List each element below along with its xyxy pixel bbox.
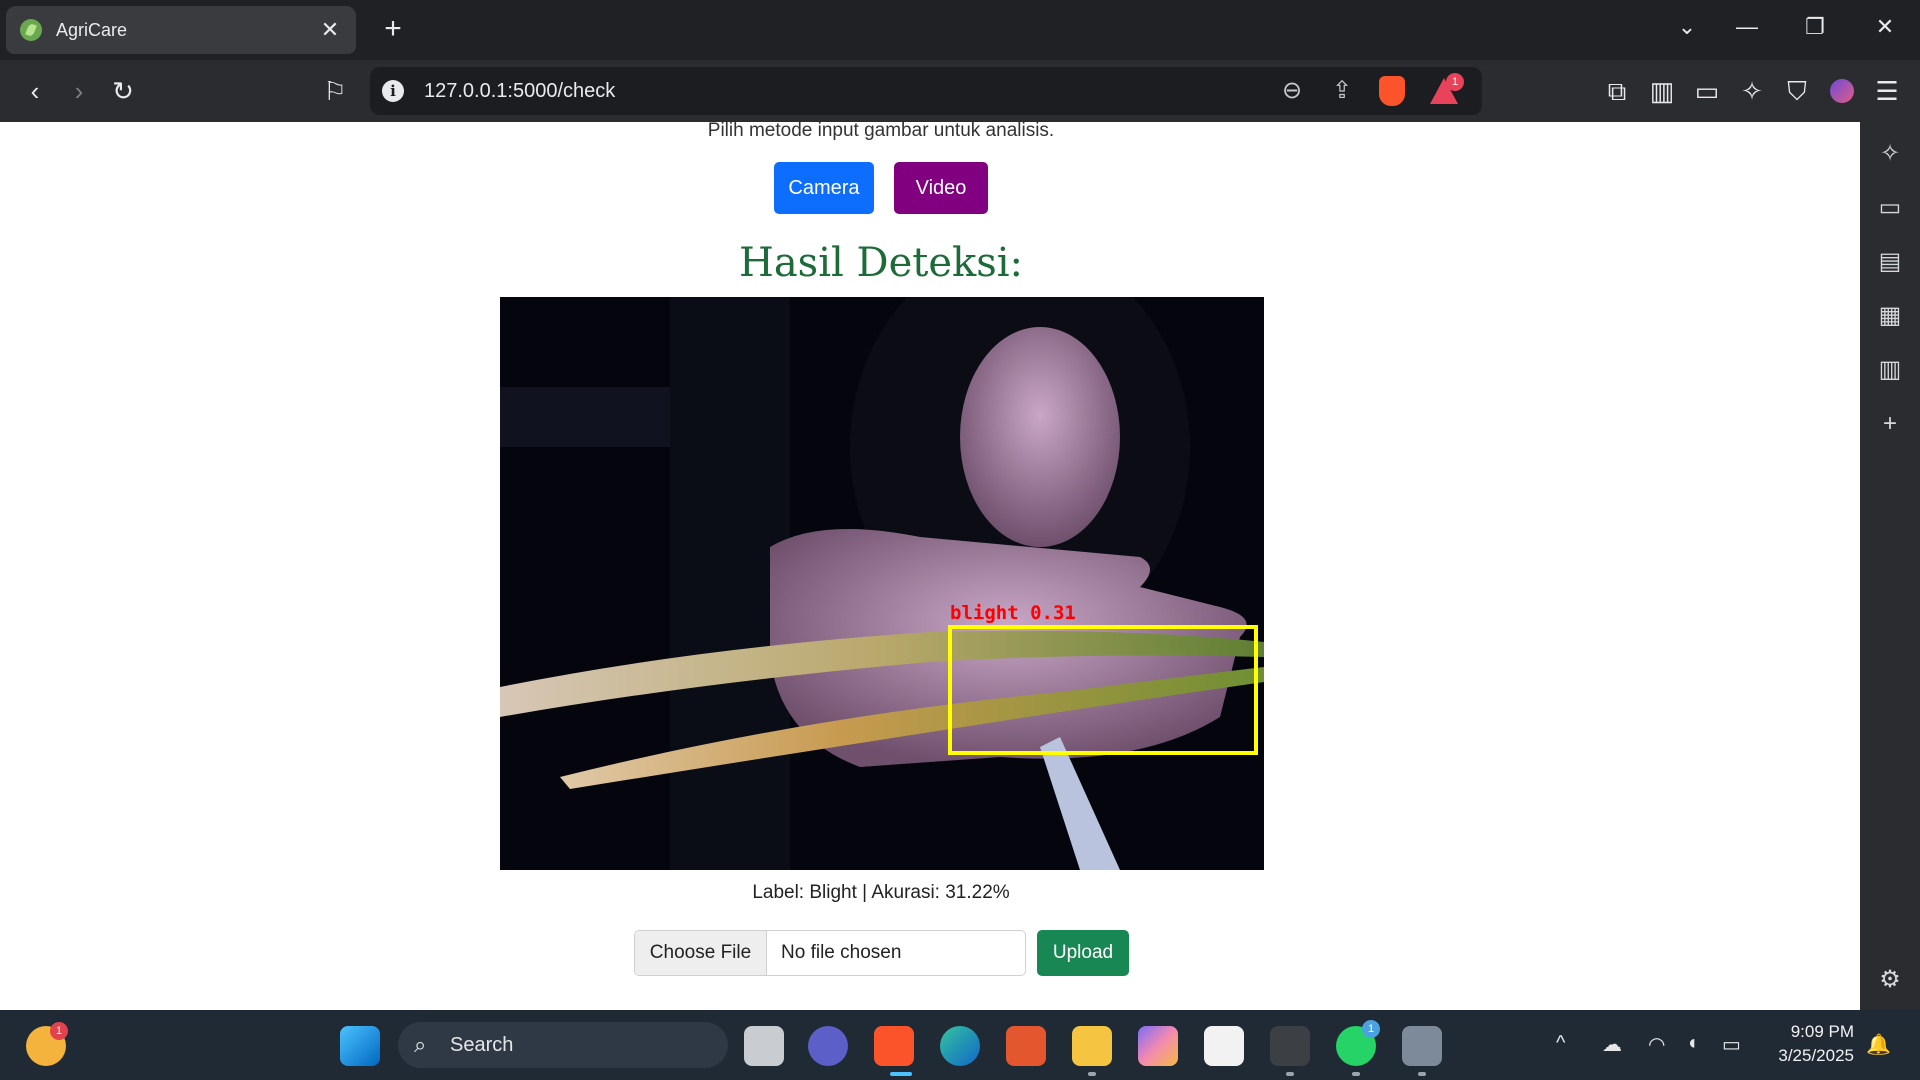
bookmarks-sidebar-icon[interactable]: ▦: [1874, 300, 1906, 332]
leo-sidebar-icon[interactable]: ✧: [1874, 138, 1906, 170]
choose-file-button[interactable]: Choose File: [635, 931, 767, 975]
camera-app-icon[interactable]: [1402, 1026, 1442, 1066]
onedrive-error-icon[interactable]: ☁: [1602, 1032, 1622, 1057]
video-button[interactable]: Video: [894, 162, 988, 214]
clock-date: 3/25/2025: [1778, 1046, 1854, 1065]
close-window-button[interactable]: ✕: [1870, 14, 1900, 40]
brave-rewards-icon[interactable]: 1: [1426, 73, 1464, 109]
edge-icon[interactable]: [940, 1026, 980, 1066]
browser-toolbar: ‹ › ↻ ⚐ i 127.0.0.1:5000/check ⊖ ⇪ 1 ⧉ ▥…: [0, 60, 1920, 122]
new-tab-button[interactable]: +: [376, 12, 410, 46]
wallet-icon[interactable]: ▭: [1690, 74, 1724, 108]
vpn-icon[interactable]: ⛉: [1780, 74, 1814, 108]
taskbar-search[interactable]: ⌕ Search: [398, 1022, 728, 1068]
active-tab[interactable]: AgriCare ✕: [6, 6, 356, 54]
sidebar-toggle-icon[interactable]: ▥: [1645, 74, 1679, 108]
page-content: Pilih metode input gambar untuk analisis…: [0, 122, 1860, 1010]
start-windows-icon[interactable]: [340, 1026, 380, 1066]
leaf-icon: [20, 19, 42, 41]
brave-taskbar-icon[interactable]: [874, 1026, 914, 1066]
result-heading: Hasil Deteksi:: [738, 240, 1024, 286]
zoom-out-icon[interactable]: ⊖: [1274, 73, 1310, 109]
file-status-text: No file chosen: [781, 942, 902, 963]
copilot-icon[interactable]: [1138, 1026, 1178, 1066]
terminal-icon[interactable]: [1270, 1026, 1310, 1066]
active-app-indicator: [890, 1072, 912, 1076]
share-icon[interactable]: ⇪: [1324, 73, 1360, 109]
microsoft-store-icon[interactable]: [1204, 1026, 1244, 1066]
sidebar-settings-icon[interactable]: ⚙: [1874, 964, 1906, 996]
teams-icon[interactable]: [808, 1026, 848, 1066]
tab-search-chevron-icon[interactable]: ⌄: [1672, 14, 1702, 40]
whatsapp-indicator: [1352, 1072, 1360, 1076]
wifi-icon[interactable]: ◠: [1648, 1032, 1665, 1057]
reading-list-icon[interactable]: ▥: [1874, 354, 1906, 386]
detection-caption: Label: Blight | Akurasi: 31.22%: [752, 882, 1010, 903]
page-subtitle: Pilih metode input gambar untuk analisis…: [707, 122, 1055, 141]
profile-avatar-icon[interactable]: [1825, 74, 1859, 108]
tab-title: AgriCare: [56, 19, 128, 40]
reload-icon[interactable]: ↻: [106, 74, 140, 108]
battery-icon[interactable]: ▭: [1722, 1032, 1741, 1057]
weather-badge: 1: [50, 1022, 68, 1040]
search-placeholder: Search: [450, 1033, 514, 1056]
tab-strip: AgriCare ✕ + ⌄ — ❐ ✕: [0, 0, 1920, 60]
upload-button[interactable]: Upload: [1037, 930, 1129, 976]
back-arrow-icon[interactable]: ‹: [18, 74, 52, 108]
task-view-icon[interactable]: [744, 1026, 784, 1066]
leo-ai-icon[interactable]: ✧: [1735, 74, 1769, 108]
power-app-icon[interactable]: [1006, 1026, 1046, 1066]
search-icon: ⌕: [414, 1032, 427, 1057]
camera-button[interactable]: Camera: [774, 162, 874, 214]
brave-shields-icon[interactable]: [1374, 73, 1410, 109]
site-info-icon[interactable]: i: [382, 80, 404, 102]
address-bar[interactable]: i 127.0.0.1:5000/check ⊖ ⇪ 1: [370, 67, 1482, 115]
detection-result-image: blight 0.31: [500, 297, 1264, 870]
terminal-indicator: [1286, 1072, 1294, 1076]
clock-time: 9:09 PM: [1790, 1022, 1854, 1041]
windows-taskbar: 1 ⌕ Search 1 ^ ☁ ◠ ◖ ▭ 9:09 PM 3/25/2025…: [0, 1010, 1920, 1080]
wallet-sidebar-icon[interactable]: ▤: [1874, 246, 1906, 278]
forward-arrow-icon[interactable]: ›: [62, 74, 96, 108]
talk-icon[interactable]: ▭: [1874, 192, 1906, 224]
bookmark-icon[interactable]: ⚐: [318, 74, 352, 108]
camera-app-indicator: [1418, 1072, 1426, 1076]
bbox-label: blight 0.31: [950, 602, 1076, 624]
add-sidebar-item-icon[interactable]: +: [1874, 408, 1906, 440]
explorer-indicator: [1088, 1072, 1096, 1076]
show-hidden-icons-icon[interactable]: ^: [1556, 1032, 1565, 1055]
tab-close-button[interactable]: ✕: [318, 17, 342, 43]
notification-bell-icon[interactable]: 🔔: [1866, 1032, 1891, 1057]
file-explorer-icon[interactable]: [1072, 1026, 1112, 1066]
file-input[interactable]: Choose File No file chosen: [634, 930, 1026, 976]
menu-icon[interactable]: ☰: [1870, 74, 1904, 108]
volume-icon[interactable]: ◖: [1686, 1032, 1698, 1055]
minimize-button[interactable]: —: [1732, 14, 1762, 40]
restore-button[interactable]: ❐: [1800, 14, 1830, 40]
rewards-badge: 1: [1446, 73, 1464, 91]
browser-sidebar: ✧ ▭ ▤ ▦ ▥ + ⚙: [1860, 122, 1920, 1010]
system-clock[interactable]: 9:09 PM 3/25/2025: [1770, 1020, 1854, 1068]
whatsapp-badge: 1: [1362, 1020, 1380, 1038]
extensions-icon[interactable]: ⧉: [1600, 74, 1634, 108]
